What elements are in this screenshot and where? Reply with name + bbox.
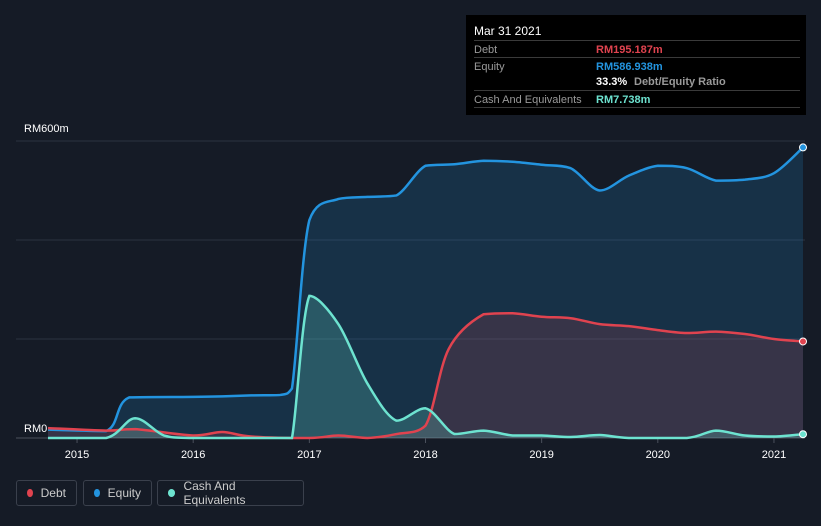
- x-tick-label: 2018: [413, 449, 437, 461]
- cash-dot-icon: [168, 489, 176, 497]
- tooltip-date: Mar 31 2021: [474, 24, 542, 38]
- x-tick-label: 2017: [297, 449, 321, 461]
- debt-end-point: [799, 337, 807, 346]
- equity-end-point: [799, 143, 807, 152]
- y-tick-label: RM0: [24, 423, 47, 435]
- tooltip-debt-value: RM195.187m: [596, 44, 663, 56]
- tooltip-cash-label: Cash And Equivalents: [474, 94, 582, 106]
- tooltip-debt-label: Debt: [474, 44, 498, 56]
- tooltip-equity-label: Equity: [474, 61, 505, 73]
- tooltip: Mar 31 2021 Debt RM195.187m Equity RM586.9…: [466, 15, 806, 115]
- legend-cash-label: Cash And Equivalents: [183, 479, 246, 507]
- equity-dot-icon: [94, 489, 100, 497]
- x-tick-label: 2015: [65, 449, 89, 461]
- legend-equity[interactable]: Equity: [83, 480, 152, 506]
- legend-debt[interactable]: Debt: [16, 480, 77, 506]
- tooltip-cash-value: RM7.738m: [596, 94, 651, 106]
- x-tick-label: 2019: [529, 449, 553, 461]
- legend-equity-label: Equity: [107, 486, 141, 500]
- legend-cash[interactable]: Cash And Equivalents: [157, 479, 304, 507]
- legend-debt-label: Debt: [40, 486, 66, 500]
- y-tick-label: RM600m: [24, 123, 69, 135]
- x-tick-label: 2016: [181, 449, 205, 461]
- debt-dot-icon: [27, 489, 33, 497]
- x-tick-label: 2020: [646, 449, 670, 461]
- tooltip-equity-value: RM586.938m: [596, 61, 663, 73]
- x-tick-label: 2021: [762, 449, 786, 461]
- tooltip-ratio-value: 33.3%: [596, 76, 628, 88]
- cash-end-point: [799, 430, 807, 439]
- tooltip-ratio-label: Debt/Equity Ratio: [634, 76, 726, 88]
